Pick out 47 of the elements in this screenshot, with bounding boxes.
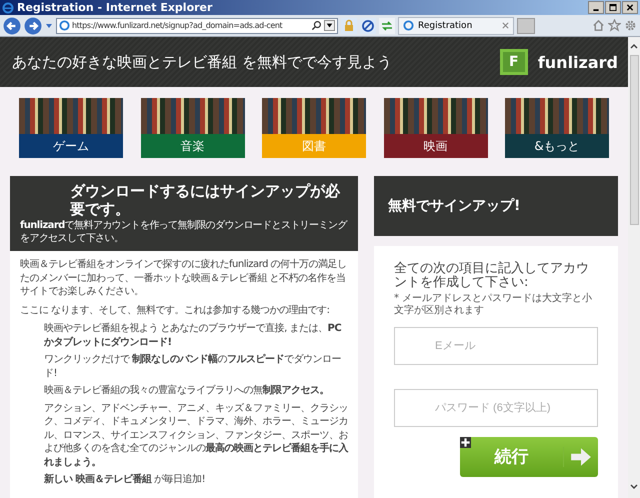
input-field[interactable]: Eメール	[394, 326, 598, 365]
arrow-right-icon	[563, 446, 592, 467]
window-title: Registration - Internet Explorer	[17, 1, 214, 14]
reason-text: 映画やテレビ番組を視よう とあなたのブラウザーで直接, または、PCかタブレットにダウンロード!	[44, 322, 342, 349]
reason-text: ワンクリックだけで 制限なしのバンド幅のフルスピードでダウンロード!	[44, 353, 342, 380]
form-heading: 全ての次の項目に記入してアカウントを作成して下さい:	[394, 262, 590, 291]
logo-icon: F	[500, 49, 528, 75]
close-tab-icon[interactable]	[502, 22, 509, 29]
info-paragraph: 映画＆テレビ番組をオンラインで探すのに疲れたfunlizard の何十万の満足したのメンバーに加わって、一番ホットな映画＆テレビ番組 と不朽の名作を当サイトでお楽しみください。	[20, 258, 348, 298]
home-icon[interactable]	[592, 19, 605, 32]
info-paragraph: ここに なります、そして、無料です。これは参加する幾つかの理由です:	[20, 304, 331, 317]
scrollbar-thumb[interactable]	[630, 55, 638, 225]
close-button[interactable]	[622, 1, 638, 14]
header-tagline: あなたの好きな映画とテレビ番組 を無料でで今す見よう	[12, 52, 392, 72]
vertical-scrollbar[interactable]	[628, 37, 640, 498]
category-link[interactable]: 音楽	[140, 134, 244, 158]
reason-text: 映画＆テレビ番組の我々の豊富なライブラリへの無制限アクセス。	[44, 384, 330, 398]
minimize-button[interactable]	[588, 1, 604, 14]
category-link[interactable]: &もっと	[505, 134, 609, 158]
forward-button[interactable]	[24, 16, 42, 34]
scroll-down-icon[interactable]	[630, 484, 638, 490]
search-icon[interactable]	[311, 20, 322, 31]
category-link[interactable]: 映画	[384, 134, 488, 158]
brand-name: funlizard	[538, 52, 618, 72]
info-subtitle: funlizardで無料アカウントを作って無制限のダウンロードとストリーミングをアクセスして下さい。	[20, 220, 348, 245]
signup-title: 無料でサインアップ!	[388, 197, 520, 215]
reason-text: 新しい 映画＆テレビ番組 が毎日追加!	[44, 473, 206, 486]
category-link[interactable]: ゲーム	[19, 134, 123, 158]
plus-icon	[460, 436, 471, 448]
form-note: * メールアドレスとパスワードは大文字と小文字が区別されます	[394, 292, 594, 317]
browser-tab[interactable]: Registration	[398, 16, 514, 34]
close-icon	[626, 4, 634, 11]
input-field[interactable]: パスワード (6文字以上)	[394, 388, 598, 427]
back-button[interactable]	[3, 16, 21, 34]
page-icon	[59, 20, 70, 31]
settings-icon[interactable]	[624, 19, 637, 32]
info-title: ダウンロードするにはサインアップが必要です。	[70, 182, 342, 218]
browser-logo-icon	[2, 2, 14, 14]
scroll-up-icon[interactable]	[630, 43, 638, 49]
maximize-button[interactable]	[605, 1, 621, 14]
address-bar[interactable]: https://www.funlizard.net/signup?ad_domain=ads.ad-cent	[56, 18, 338, 34]
refresh-icon[interactable]	[379, 18, 395, 34]
page-icon	[403, 20, 414, 31]
maximize-icon	[609, 4, 617, 11]
reason-text: アクション、アドベンチャー、アニメ、キッズ＆ファミリー、クラシック、コメディ、ドキュメンタリー、ドラマ、海外、ホラー、ミュージカル、ロマンス、サイエンスフィクション、ファンタジー、スポーツ、および他多くのを含む全てのジャンルの最高の映画とテレビ番組を手に入れましょう。	[44, 402, 348, 469]
favorites-star-icon[interactable]	[608, 19, 621, 32]
blocked-icon[interactable]	[360, 18, 376, 34]
